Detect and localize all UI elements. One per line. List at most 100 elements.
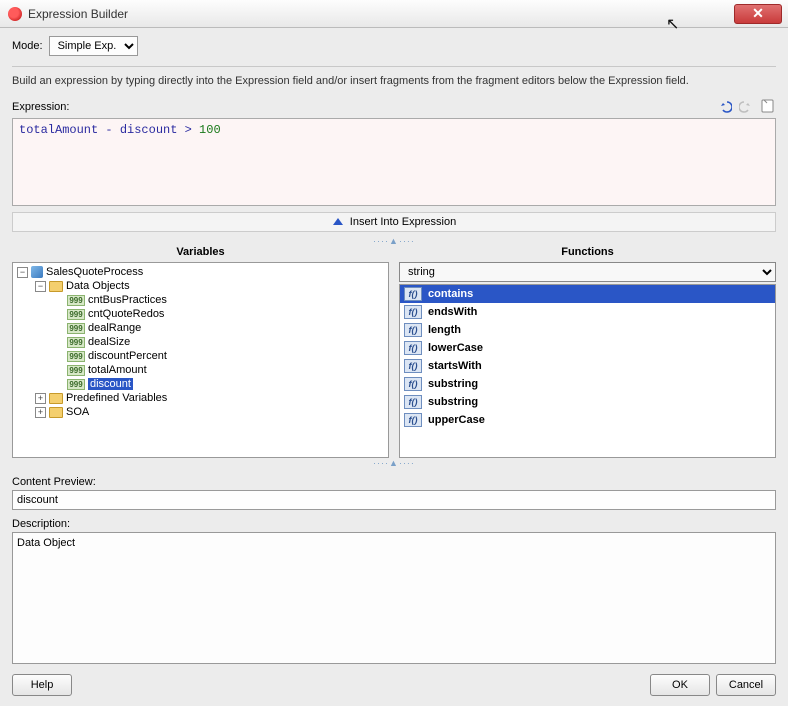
mode-label: Mode: (12, 40, 43, 52)
collapse-icon[interactable]: − (35, 281, 46, 292)
expand-icon[interactable]: + (35, 393, 46, 404)
tree-node-variable[interactable]: cntBusPractices (53, 293, 388, 307)
expr-token: discount (120, 123, 178, 137)
tree-node-variable[interactable]: totalAmount (53, 363, 388, 377)
variables-pane: Variables − SalesQuoteProcess − Data Obj… (12, 246, 389, 458)
tree-node-variable[interactable]: discountPercent (53, 349, 388, 363)
function-icon (404, 413, 422, 427)
function-icon (404, 359, 422, 373)
function-label: substring (428, 396, 478, 408)
tree-node-variable[interactable]: discount (53, 377, 388, 391)
function-item[interactable]: contains (400, 285, 775, 303)
redo-icon[interactable] (737, 97, 755, 115)
function-category-select[interactable]: string (399, 262, 776, 282)
expression-label: Expression: (12, 101, 69, 113)
variable-icon (67, 295, 85, 306)
expr-token: 100 (199, 123, 221, 137)
app-icon (8, 7, 22, 21)
folder-icon (49, 281, 63, 292)
close-button[interactable]: ✕ (734, 4, 782, 24)
tree-label: cntBusPractices (88, 294, 167, 306)
cancel-button[interactable]: Cancel (716, 674, 776, 696)
function-item[interactable]: substring (400, 375, 775, 393)
function-label: endsWith (428, 306, 477, 318)
function-label: startsWith (428, 360, 482, 372)
spacer-icon (53, 323, 64, 334)
instruction-text: Build an expression by typing directly i… (12, 75, 776, 87)
variable-icon (67, 365, 85, 376)
tree-node-variable[interactable]: cntQuoteRedos (53, 307, 388, 321)
clear-icon[interactable] (758, 97, 776, 115)
variable-icon (67, 379, 85, 390)
functions-title: Functions (399, 246, 776, 258)
insert-label: Insert Into Expression (350, 216, 456, 228)
function-icon (404, 377, 422, 391)
variable-icon (67, 323, 85, 334)
folder-icon (49, 393, 63, 404)
tree-label: dealSize (88, 336, 130, 348)
tree-node-soa[interactable]: + SOA (35, 405, 388, 419)
function-list[interactable]: contains endsWith length lowerCase startsWit… (399, 284, 776, 458)
window-title: Expression Builder (28, 7, 734, 21)
collapse-icon[interactable]: − (17, 267, 28, 278)
titlebar: Expression Builder ✕ (0, 0, 788, 28)
splitter-grip[interactable]: ····▲···· (12, 236, 776, 246)
variable-icon (67, 337, 85, 348)
expand-icon[interactable]: + (35, 407, 46, 418)
functions-pane: Functions string contains endsWith length l… (399, 246, 776, 458)
spacer-icon (53, 379, 64, 390)
spacer-icon (53, 337, 64, 348)
function-item[interactable]: upperCase (400, 411, 775, 429)
description-box[interactable] (12, 532, 776, 664)
splitter-grip[interactable]: ····▲···· (12, 458, 776, 468)
expr-token: - (105, 123, 112, 137)
tree-label: discountPercent (88, 350, 167, 362)
expr-token: > (185, 123, 192, 137)
function-item[interactable]: length (400, 321, 775, 339)
ok-button[interactable]: OK (650, 674, 710, 696)
content-preview-input[interactable] (12, 490, 776, 510)
expression-header: Expression: (12, 97, 776, 116)
function-item[interactable]: substring (400, 393, 775, 411)
expr-token: totalAmount (19, 123, 98, 137)
spacer-icon (53, 365, 64, 376)
tree-node-root[interactable]: − SalesQuoteProcess (17, 265, 388, 279)
variables-title: Variables (12, 246, 389, 258)
expression-input[interactable]: totalAmount - discount > 100 (12, 118, 776, 206)
tree-label: cntQuoteRedos (88, 308, 164, 320)
process-icon (31, 266, 43, 278)
function-label: length (428, 324, 461, 336)
function-item[interactable]: lowerCase (400, 339, 775, 357)
tree-node-data-objects[interactable]: − Data Objects (35, 279, 388, 293)
description-label: Description: (12, 518, 776, 530)
folder-icon (49, 407, 63, 418)
help-button[interactable]: Help (12, 674, 72, 696)
variables-tree[interactable]: − SalesQuoteProcess − Data Objects cntBu… (12, 262, 389, 458)
function-icon (404, 395, 422, 409)
divider (12, 66, 776, 67)
function-item[interactable]: endsWith (400, 303, 775, 321)
tree-node-predefined[interactable]: + Predefined Variables (35, 391, 388, 405)
function-label: lowerCase (428, 342, 483, 354)
function-icon (404, 305, 422, 319)
tree-label: totalAmount (88, 364, 147, 376)
arrow-up-icon (332, 216, 344, 228)
mode-row: Mode: Simple Exp. (12, 36, 776, 56)
function-label: substring (428, 378, 478, 390)
button-row: Help OK Cancel (12, 674, 776, 696)
function-label: contains (428, 288, 473, 300)
function-icon (404, 341, 422, 355)
spacer-icon (53, 295, 64, 306)
undo-icon[interactable] (716, 97, 734, 115)
function-icon (404, 287, 422, 301)
tree-label: discount (88, 378, 133, 390)
function-label: upperCase (428, 414, 485, 426)
dialog-content: Mode: Simple Exp. Build an expression by… (0, 28, 788, 706)
spacer-icon (53, 351, 64, 362)
tree-node-variable[interactable]: dealSize (53, 335, 388, 349)
tree-node-variable[interactable]: dealRange (53, 321, 388, 335)
function-item[interactable]: startsWith (400, 357, 775, 375)
mode-select[interactable]: Simple Exp. (49, 36, 138, 56)
insert-into-expression-button[interactable]: Insert Into Expression (12, 212, 776, 232)
spacer-icon (53, 309, 64, 320)
